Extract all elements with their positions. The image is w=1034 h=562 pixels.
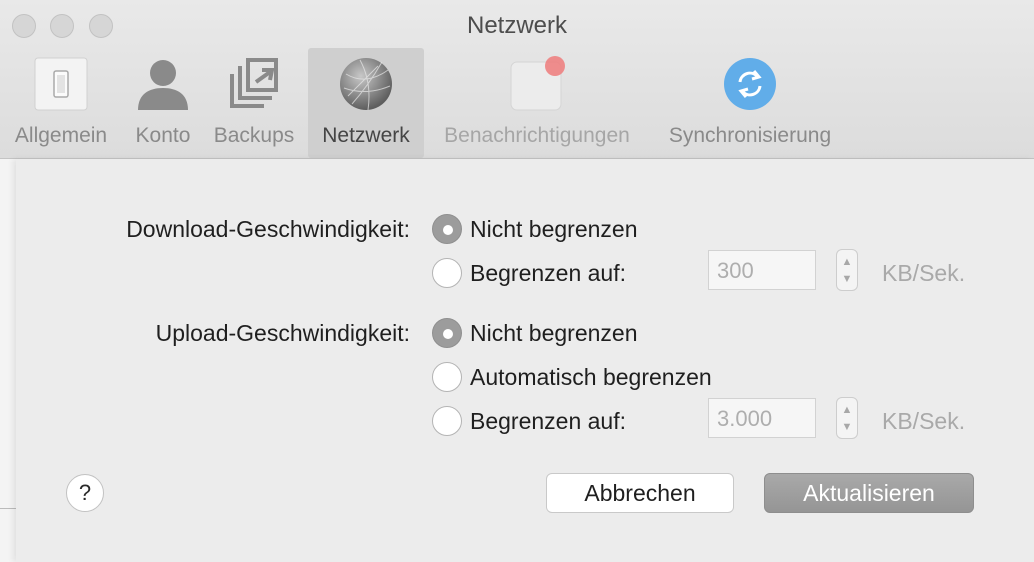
tab-label: Allgemein (14, 124, 108, 147)
tab-allgemein[interactable]: Allgemein (4, 48, 118, 158)
chevron-up-icon: ▲ (841, 256, 853, 268)
tab-backups[interactable]: Backups (206, 48, 302, 158)
sync-icon (722, 56, 778, 112)
tab-synchronisierung[interactable]: Synchronisierung (654, 48, 846, 158)
download-speed-label: Download-Geschwindigkeit: (126, 216, 410, 242)
upload-no-limit-label: Nicht begrenzen (470, 320, 638, 346)
download-limit-label: Begrenzen auf: (470, 260, 627, 286)
upload-limit-label: Begrenzen auf: (470, 408, 627, 434)
upload-limit-input[interactable]: 3.000 (708, 398, 816, 438)
tab-label: Benachrichtigungen (444, 124, 630, 147)
upload-speed-label: Upload-Geschwindigkeit: (155, 320, 410, 346)
upload-limit-radio[interactable] (432, 406, 462, 436)
upload-auto-limit-radio[interactable] (432, 362, 462, 392)
window-title: Netzwerk (466, 12, 568, 39)
download-limit-stepper[interactable]: ▲ ▼ (836, 249, 858, 291)
tab-label: Netzwerk (322, 124, 410, 147)
background-divider (0, 508, 16, 509)
tab-label: Synchronisierung (668, 124, 832, 147)
upload-unit-label: KB/Sek. (882, 408, 966, 434)
download-no-limit-label: Nicht begrenzen (470, 216, 638, 242)
switch-icon (33, 56, 89, 112)
background-window-edge (0, 159, 16, 562)
cancel-button[interactable]: Abbrechen (546, 473, 734, 513)
tab-netzwerk[interactable]: Netzwerk (308, 48, 424, 158)
person-icon (135, 56, 191, 112)
tab-label: Konto (135, 124, 191, 147)
notification-icon (509, 56, 565, 112)
download-limit-radio[interactable] (432, 258, 462, 288)
backup-icon (226, 56, 282, 112)
upload-limit-stepper[interactable]: ▲ ▼ (836, 397, 858, 439)
download-unit-label: KB/Sek. (882, 260, 966, 286)
globe-icon (338, 56, 394, 112)
tab-benachrichtigungen[interactable]: Benachrichtigungen (430, 48, 644, 158)
window-toolbar: Netzwerk Allgemein Konto Backups Netzwer… (0, 0, 1034, 159)
upload-no-limit-radio[interactable] (432, 318, 462, 348)
chevron-down-icon: ▼ (841, 421, 853, 433)
download-no-limit-radio[interactable] (432, 214, 462, 244)
tab-konto[interactable]: Konto (126, 48, 200, 158)
help-button[interactable]: ? (66, 474, 104, 512)
chevron-up-icon: ▲ (841, 404, 853, 416)
upload-auto-limit-label: Automatisch begrenzen (470, 364, 712, 390)
tab-label: Backups (213, 124, 295, 147)
update-button[interactable]: Aktualisieren (764, 473, 974, 513)
download-limit-input[interactable]: 300 (708, 250, 816, 290)
chevron-down-icon: ▼ (841, 273, 853, 285)
